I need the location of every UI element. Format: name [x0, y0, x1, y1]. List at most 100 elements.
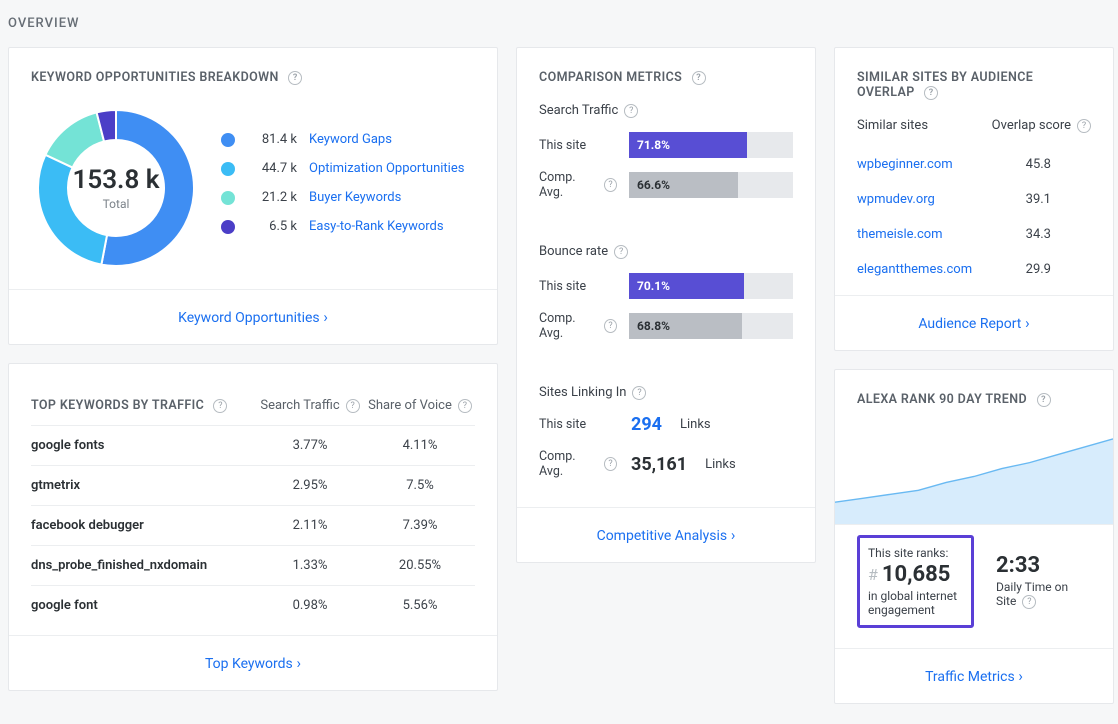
share-voice-cell: 7.5%	[365, 478, 475, 493]
competitive-analysis-link[interactable]: Competitive Analysis	[597, 528, 736, 544]
legend-value: 81.4 k	[247, 132, 297, 147]
legend-link[interactable]: Buyer Keywords	[309, 190, 401, 205]
help-icon[interactable]: ?	[604, 457, 617, 471]
card-title: SIMILAR SITES BY AUDIENCE OVERLAP ?	[857, 70, 1091, 100]
bar-search-this: 71.8%	[629, 132, 793, 158]
bar-value: 70.1%	[629, 273, 744, 299]
legend-value: 44.7 k	[247, 161, 297, 176]
linking-unit: Links	[680, 417, 711, 432]
rank-value: #10,685	[868, 562, 963, 587]
legend-row: 6.5 k Easy-to-Rank Keywords	[221, 219, 464, 234]
search-traffic-cell: 2.11%	[255, 518, 365, 533]
card-alexa-trend: ALEXA RANK 90 DAY TREND ? This site rank…	[834, 369, 1114, 704]
table-row: gtmetrix 2.95% 7.5%	[31, 465, 475, 505]
search-traffic-cell: 1.33%	[255, 558, 365, 573]
help-icon[interactable]: ?	[614, 245, 628, 259]
share-voice-cell: 7.39%	[365, 518, 475, 533]
bar-bounce-this: 70.1%	[629, 273, 793, 299]
donut-total-label: Total	[103, 197, 130, 211]
legend-swatch	[221, 133, 235, 147]
legend-swatch	[221, 220, 235, 234]
help-icon[interactable]: ?	[346, 399, 360, 413]
help-icon[interactable]: ?	[458, 399, 472, 413]
search-traffic-cell: 3.77%	[255, 438, 365, 453]
keyword-opportunities-link[interactable]: Keyword Opportunities	[178, 310, 328, 326]
bar-search-avg: 66.6%	[629, 172, 793, 198]
card-title: COMPARISON METRICS ?	[539, 70, 793, 85]
time-desc: Daily Time on Site?	[996, 580, 1091, 609]
col-similar-sites: Similar sites	[857, 118, 928, 133]
table-row: google font 0.98% 5.56%	[31, 585, 475, 625]
legend-row: 44.7 k Optimization Opportunities	[221, 161, 464, 176]
list-item: elegantthemes.com 29.9	[857, 252, 1091, 287]
list-item: wpbeginner.com 45.8	[857, 147, 1091, 182]
help-icon[interactable]: ?	[1022, 595, 1036, 609]
keyword-cell: google font	[31, 598, 255, 613]
card-title: ALEXA RANK 90 DAY TREND ?	[857, 392, 1091, 407]
ss-title-text: SIMILAR SITES BY AUDIENCE OVERLAP	[857, 70, 1033, 100]
audience-report-link[interactable]: Audience Report	[918, 316, 1029, 332]
overlap-score: 45.8	[1026, 157, 1091, 172]
card-similar-sites: SIMILAR SITES BY AUDIENCE OVERLAP ? Simi…	[834, 47, 1114, 351]
row-comp-avg-label: Comp. Avg.?	[539, 170, 617, 200]
legend-value: 21.2 k	[247, 190, 297, 205]
metric-search-traffic-label: Search Traffic?	[539, 103, 793, 118]
col-search-traffic: Search Traffic?	[255, 398, 365, 413]
metric-linking-label: Sites Linking In?	[539, 385, 793, 400]
overlap-score: 29.9	[1026, 262, 1091, 277]
help-icon[interactable]: ?	[924, 86, 938, 100]
legend-link[interactable]: Optimization Opportunities	[309, 161, 464, 176]
help-icon[interactable]: ?	[1037, 393, 1051, 407]
share-voice-cell: 20.55%	[365, 558, 475, 573]
top-keywords-link[interactable]: Top Keywords	[205, 656, 301, 672]
help-icon[interactable]: ?	[1077, 119, 1091, 133]
similar-site-link[interactable]: themeisle.com	[857, 227, 943, 242]
card-keyword-opportunities: KEYWORD OPPORTUNITIES BREAKDOWN ? 153.8 …	[8, 47, 498, 345]
traffic-metrics-link[interactable]: Traffic Metrics	[925, 669, 1023, 685]
page-title: OVERVIEW	[8, 16, 1110, 31]
row-this-site-label: This site	[539, 138, 617, 153]
help-icon[interactable]: ?	[213, 399, 227, 413]
similar-site-link[interactable]: wpmudev.org	[857, 192, 935, 207]
list-item: themeisle.com 34.3	[857, 217, 1091, 252]
share-voice-cell: 4.11%	[365, 438, 475, 453]
help-icon[interactable]: ?	[604, 178, 617, 192]
table-row: google fonts 3.77% 4.11%	[31, 425, 475, 465]
overlap-score: 34.3	[1026, 227, 1091, 242]
table-row: facebook debugger 2.11% 7.39%	[31, 505, 475, 545]
help-icon[interactable]: ?	[692, 71, 706, 85]
bar-value: 71.8%	[629, 132, 747, 158]
help-icon[interactable]: ?	[624, 104, 638, 118]
donut-chart: 153.8 k Total	[31, 103, 201, 273]
linking-this-value[interactable]: 294	[631, 414, 662, 435]
sparkline-chart	[835, 425, 1113, 525]
hash-icon: #	[868, 565, 878, 584]
similar-site-link[interactable]: wpbeginner.com	[857, 157, 953, 172]
tk-title: TOP KEYWORDS BY TRAFFIC ?	[31, 398, 255, 413]
rank-box-time: 2:33 Daily Time on Site?	[996, 535, 1091, 628]
overlap-score: 39.1	[1026, 192, 1091, 207]
share-voice-cell: 5.56%	[365, 598, 475, 613]
legend-link[interactable]: Easy-to-Rank Keywords	[309, 219, 444, 234]
rank-desc: in global internet engagement	[868, 589, 963, 617]
legend-swatch	[221, 162, 235, 176]
legend-link[interactable]: Keyword Gaps	[309, 132, 392, 147]
keyword-cell: dns_probe_finished_nxdomain	[31, 558, 255, 573]
list-item: wpmudev.org 39.1	[857, 182, 1091, 217]
row-this-site-label: This site	[539, 417, 617, 432]
rank-intro: This site ranks:	[868, 546, 963, 560]
keyword-cell: gtmetrix	[31, 478, 255, 493]
legend-swatch	[221, 191, 235, 205]
bar-bounce-avg: 68.8%	[629, 313, 793, 339]
search-traffic-cell: 0.98%	[255, 598, 365, 613]
card-title: KEYWORD OPPORTUNITIES BREAKDOWN ?	[31, 70, 475, 85]
help-icon[interactable]: ?	[632, 386, 646, 400]
help-icon[interactable]: ?	[604, 319, 617, 333]
similar-site-link[interactable]: elegantthemes.com	[857, 262, 972, 277]
legend-row: 81.4 k Keyword Gaps	[221, 132, 464, 147]
tk-title-text: TOP KEYWORDS BY TRAFFIC	[31, 398, 204, 413]
row-this-site-label: This site	[539, 279, 617, 294]
card-comparison-metrics: COMPARISON METRICS ? Search Traffic? Thi…	[516, 47, 816, 563]
donut-total-value: 153.8 k	[73, 165, 160, 195]
help-icon[interactable]: ?	[288, 71, 302, 85]
